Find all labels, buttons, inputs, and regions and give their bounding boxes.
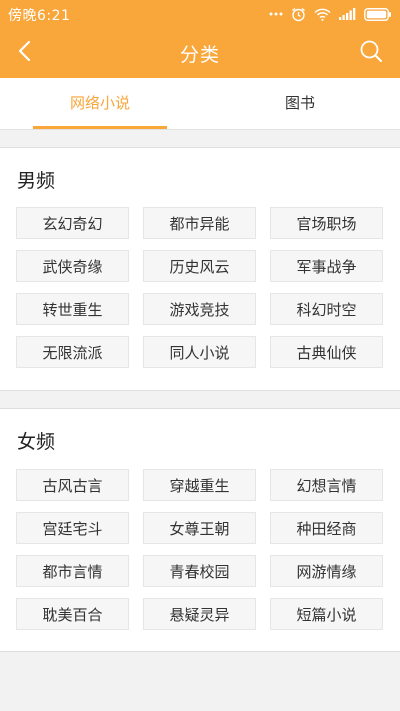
battery-icon bbox=[364, 7, 392, 21]
section-male: 男频 玄幻奇幻 都市异能 官场职场 武侠奇缘 历史风云 军事战争 转世重生 游戏… bbox=[0, 147, 400, 391]
section-title: 女频 bbox=[17, 431, 56, 453]
page-title: 分类 bbox=[179, 44, 220, 66]
status-bar: 傍晚6:21 bbox=[0, 0, 400, 28]
category-chip[interactable]: 网游情缘 bbox=[270, 555, 383, 587]
alarm-icon bbox=[291, 7, 306, 22]
category-chip[interactable]: 悬疑灵异 bbox=[143, 598, 256, 630]
more-dots-icon bbox=[269, 12, 283, 16]
category-chip[interactable]: 官场职场 bbox=[270, 207, 383, 239]
active-tab-indicator bbox=[33, 126, 167, 129]
category-chip[interactable]: 军事战争 bbox=[270, 250, 383, 282]
category-chip[interactable]: 穿越重生 bbox=[143, 469, 256, 501]
wifi-icon bbox=[314, 8, 331, 21]
tab-web-novels[interactable]: 网络小说 bbox=[0, 78, 200, 129]
category-grid-female: 古风古言 穿越重生 幻想言情 宫廷宅斗 女尊王朝 种田经商 都市言情 青春校园 … bbox=[16, 469, 384, 630]
category-grid-male: 玄幻奇幻 都市异能 官场职场 武侠奇缘 历史风云 军事战争 转世重生 游戏竞技 … bbox=[16, 207, 384, 368]
category-chip[interactable]: 耽美百合 bbox=[16, 598, 129, 630]
category-chip[interactable]: 都市言情 bbox=[16, 555, 129, 587]
category-chip[interactable]: 短篇小说 bbox=[270, 598, 383, 630]
search-icon bbox=[359, 39, 383, 67]
category-chip[interactable]: 都市异能 bbox=[143, 207, 256, 239]
section-female: 女频 古风古言 穿越重生 幻想言情 宫廷宅斗 女尊王朝 种田经商 都市言情 青春… bbox=[0, 408, 400, 652]
category-chip[interactable]: 青春校园 bbox=[143, 555, 256, 587]
category-chip[interactable]: 宫廷宅斗 bbox=[16, 512, 129, 544]
category-chip[interactable]: 古风古言 bbox=[16, 469, 129, 501]
title-bar: 分类 bbox=[0, 28, 400, 78]
category-chip[interactable]: 游戏竞技 bbox=[143, 293, 256, 325]
category-chip[interactable]: 女尊王朝 bbox=[143, 512, 256, 544]
category-chip[interactable]: 幻想言情 bbox=[270, 469, 383, 501]
category-chip[interactable]: 种田经商 bbox=[270, 512, 383, 544]
signal-icon bbox=[339, 8, 356, 20]
tab-books[interactable]: 图书 bbox=[200, 78, 400, 129]
status-icons bbox=[269, 6, 392, 22]
app-header: 傍晚6:21 分类 bbox=[0, 0, 400, 78]
status-time: 傍晚6:21 bbox=[8, 8, 71, 24]
category-chip[interactable]: 古典仙侠 bbox=[270, 336, 383, 368]
search-button[interactable] bbox=[354, 36, 388, 70]
category-tabs: 网络小说 图书 bbox=[0, 78, 400, 130]
section-title: 男频 bbox=[17, 170, 56, 192]
category-chip[interactable]: 科幻时空 bbox=[270, 293, 383, 325]
category-chip[interactable]: 无限流派 bbox=[16, 336, 129, 368]
category-chip[interactable]: 历史风云 bbox=[143, 250, 256, 282]
category-chip[interactable]: 转世重生 bbox=[16, 293, 129, 325]
category-chip[interactable]: 同人小说 bbox=[143, 336, 256, 368]
category-chip[interactable]: 玄幻奇幻 bbox=[16, 207, 129, 239]
category-chip[interactable]: 武侠奇缘 bbox=[16, 250, 129, 282]
